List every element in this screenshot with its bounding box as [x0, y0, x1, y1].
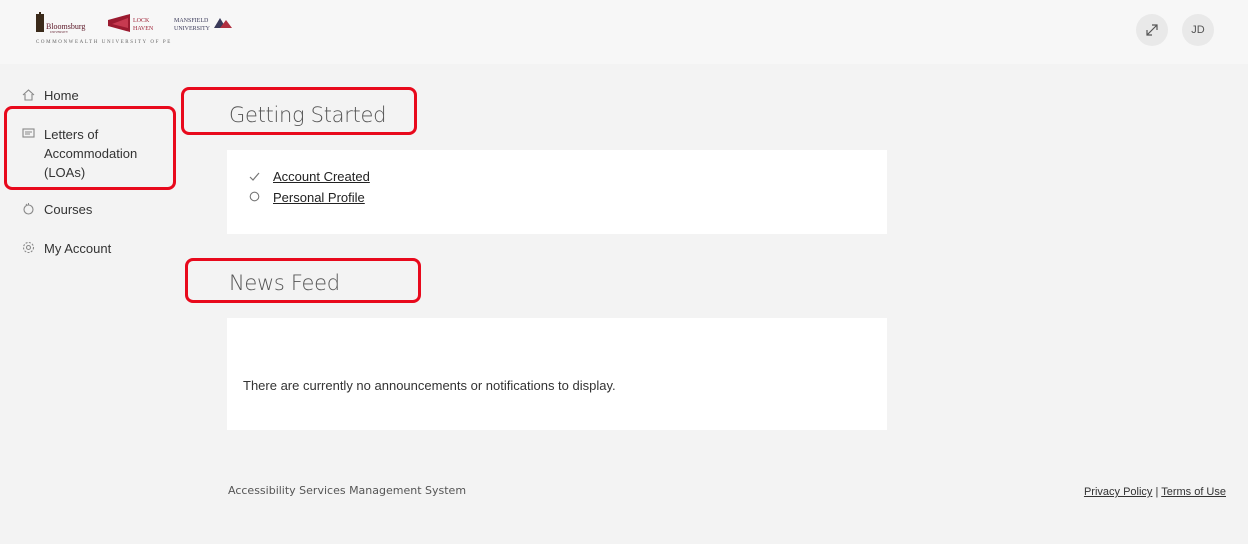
svg-text:UNIVERSITY: UNIVERSITY	[50, 30, 69, 34]
sidebar-nav: Home Letters of Accommodation (LOAs) Cou…	[22, 86, 182, 278]
circle-icon	[249, 191, 273, 205]
home-icon	[22, 86, 44, 107]
sidebar-item-label: Courses	[44, 202, 93, 217]
check-icon	[249, 170, 273, 184]
personal-profile-link[interactable]: Personal Profile	[273, 190, 365, 205]
terms-of-use-link[interactable]: Terms of Use	[1161, 486, 1226, 498]
expand-button[interactable]	[1136, 14, 1168, 46]
gear-icon	[22, 239, 44, 260]
news-feed-empty-message: There are currently no announcements or …	[243, 378, 616, 393]
svg-text:MANSFIELD: MANSFIELD	[174, 18, 209, 24]
news-feed-card: There are currently no announcements or …	[227, 318, 887, 430]
sidebar-item-loas[interactable]: Letters of Accommodation (LOAs)	[22, 125, 182, 182]
expand-icon	[1146, 24, 1158, 36]
svg-text:LOCK: LOCK	[133, 18, 150, 24]
mansfield-logo: MANSFIELD UNIVERSITY	[174, 18, 232, 32]
checklist-item-account-created: Account Created	[249, 169, 370, 184]
courses-icon	[22, 200, 44, 221]
logo-subtitle: COMMONWEALTH UNIVERSITY OF PE	[36, 40, 172, 45]
sidebar-item-label: Home	[44, 88, 79, 103]
bloomsburg-logo: Bloomsburg UNIVERSITY	[36, 12, 85, 34]
news-feed-title: News Feed	[229, 271, 340, 295]
svg-text:HAVEN: HAVEN	[133, 26, 154, 32]
sidebar-item-label: Letters of Accommodation (LOAs)	[44, 127, 138, 180]
university-logo[interactable]: Bloomsburg UNIVERSITY LOCK HAVEN MANSFIE…	[36, 10, 236, 50]
getting-started-card: Account Created Personal Profile	[227, 150, 887, 234]
message-icon	[22, 125, 44, 146]
sidebar-item-home[interactable]: Home	[22, 86, 182, 107]
footer-links: Privacy Policy | Terms of Use	[1084, 486, 1226, 498]
account-created-link[interactable]: Account Created	[273, 169, 370, 184]
top-header: Bloomsburg UNIVERSITY LOCK HAVEN MANSFIE…	[0, 0, 1248, 64]
user-avatar[interactable]: JD	[1182, 14, 1214, 46]
sidebar-item-label: My Account	[44, 241, 112, 256]
svg-text:UNIVERSITY: UNIVERSITY	[174, 26, 211, 32]
privacy-policy-link[interactable]: Privacy Policy	[1084, 486, 1152, 498]
footer-system-name: Accessibility Services Management System	[228, 484, 467, 497]
lockhaven-logo: LOCK HAVEN	[108, 14, 154, 32]
getting-started-title: Getting Started	[229, 103, 387, 127]
sidebar-item-courses[interactable]: Courses	[22, 200, 182, 221]
checklist-item-personal-profile: Personal Profile	[249, 190, 370, 205]
sidebar-item-my-account[interactable]: My Account	[22, 239, 182, 260]
footer-separator: |	[1155, 486, 1159, 498]
